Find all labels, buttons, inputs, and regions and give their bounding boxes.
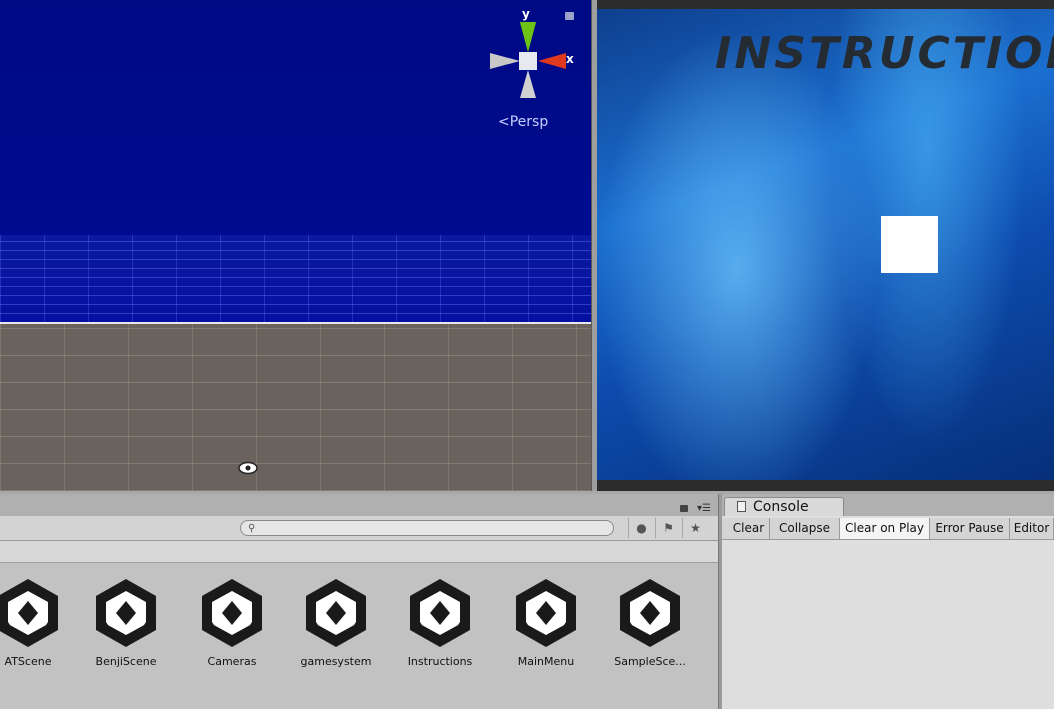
tab-console-label: Console — [753, 499, 809, 515]
console-tab-row: Console — [722, 494, 1054, 516]
asset-label: gamesystem — [300, 655, 372, 668]
console-toolbar: Clear Collapse Clear on Play Error Pause Edi… — [722, 518, 1054, 540]
eye-icon — [238, 461, 258, 475]
favorite-button[interactable]: ★ — [682, 518, 708, 538]
lock-icon[interactable] — [680, 505, 688, 512]
asset-item[interactable]: SampleSce... — [600, 577, 700, 677]
asset-label: Cameras — [207, 655, 257, 668]
game-letterbox-bottom — [597, 480, 1054, 491]
scene-view[interactable]: y x <Persp — [0, 0, 591, 491]
asset-item[interactable]: Instructions — [390, 577, 490, 677]
gizmo-center-cube[interactable] — [519, 52, 537, 70]
game-title: INSTRUCTION — [715, 28, 1054, 79]
console-button-error-pause[interactable]: Error Pause — [930, 518, 1010, 539]
asset-label: SampleSce... — [614, 655, 686, 668]
project-panel: ▾☰ ⚲ ● ⚑ ★ ATScene BenjiScene Cameras games… — [0, 494, 718, 709]
tab-console[interactable]: Console — [724, 497, 844, 516]
gizmo-x-cone[interactable] — [538, 53, 566, 69]
unity-scene-icon — [516, 579, 576, 647]
console-button-clear-on-play[interactable]: Clear on Play — [840, 518, 930, 539]
type-filter-icon: ● — [636, 521, 647, 535]
console-button-collapse[interactable]: Collapse — [770, 518, 840, 539]
scene-ground-grid — [0, 324, 591, 491]
perspective-icon: < — [498, 114, 510, 130]
search-input[interactable]: ⚲ — [240, 520, 614, 536]
game-letterbox-top — [597, 0, 1054, 9]
asset-item[interactable]: BenjiScene — [76, 577, 176, 677]
projection-toggle[interactable]: <Persp — [498, 114, 548, 130]
unity-scene-icon — [0, 579, 58, 647]
console-panel: Console Clear Collapse Clear on Play Error … — [722, 494, 1054, 709]
scene-grid-far — [0, 235, 591, 323]
asset-label: Instructions — [407, 655, 473, 668]
asset-grid: ATScene BenjiScene Cameras gamesystem Instru… — [0, 563, 718, 709]
panel-menu-icon[interactable]: ▾☰ — [697, 503, 711, 514]
game-view[interactable]: INSTRUCTION — [597, 0, 1054, 491]
game-background — [597, 9, 1054, 480]
asset-label: MainMenu — [517, 655, 575, 668]
console-button-clear[interactable]: Clear — [728, 518, 770, 539]
asset-item[interactable]: gamesystem — [286, 577, 386, 677]
asset-item[interactable]: MainMenu — [496, 577, 596, 677]
console-log-area[interactable] — [722, 540, 1054, 709]
project-tab-row: ▾☰ — [0, 494, 718, 516]
breadcrumb — [0, 541, 718, 563]
label-filter-button[interactable]: ⚑ — [655, 518, 681, 538]
console-icon — [737, 501, 746, 512]
label-filter-icon: ⚑ — [663, 521, 674, 535]
unity-scene-icon — [96, 579, 156, 647]
console-button-editor[interactable]: Editor — [1010, 518, 1054, 539]
gizmo-y-label: y — [522, 7, 530, 21]
gizmo-neg-x-cone[interactable] — [490, 53, 520, 69]
asset-label: ATScene — [4, 655, 52, 668]
asset-item[interactable]: Cameras — [182, 577, 282, 677]
gizmo-neg-y-cone[interactable] — [520, 70, 536, 98]
favorite-star-icon: ★ — [690, 521, 701, 535]
asset-item[interactable]: ATScene — [0, 577, 78, 677]
projection-label: Persp — [509, 114, 549, 130]
gizmo-x-label: x — [566, 52, 574, 66]
project-toolbar: ⚲ ● ⚑ ★ — [0, 516, 718, 541]
search-icon: ⚲ — [248, 523, 256, 534]
lock-icon[interactable] — [565, 12, 574, 20]
unity-scene-icon — [620, 579, 680, 647]
unity-scene-icon — [306, 579, 366, 647]
game-white-square — [881, 216, 938, 273]
type-filter-button[interactable]: ● — [628, 518, 654, 538]
asset-label: BenjiScene — [95, 655, 157, 668]
unity-scene-icon — [410, 579, 470, 647]
unity-scene-icon — [202, 579, 262, 647]
